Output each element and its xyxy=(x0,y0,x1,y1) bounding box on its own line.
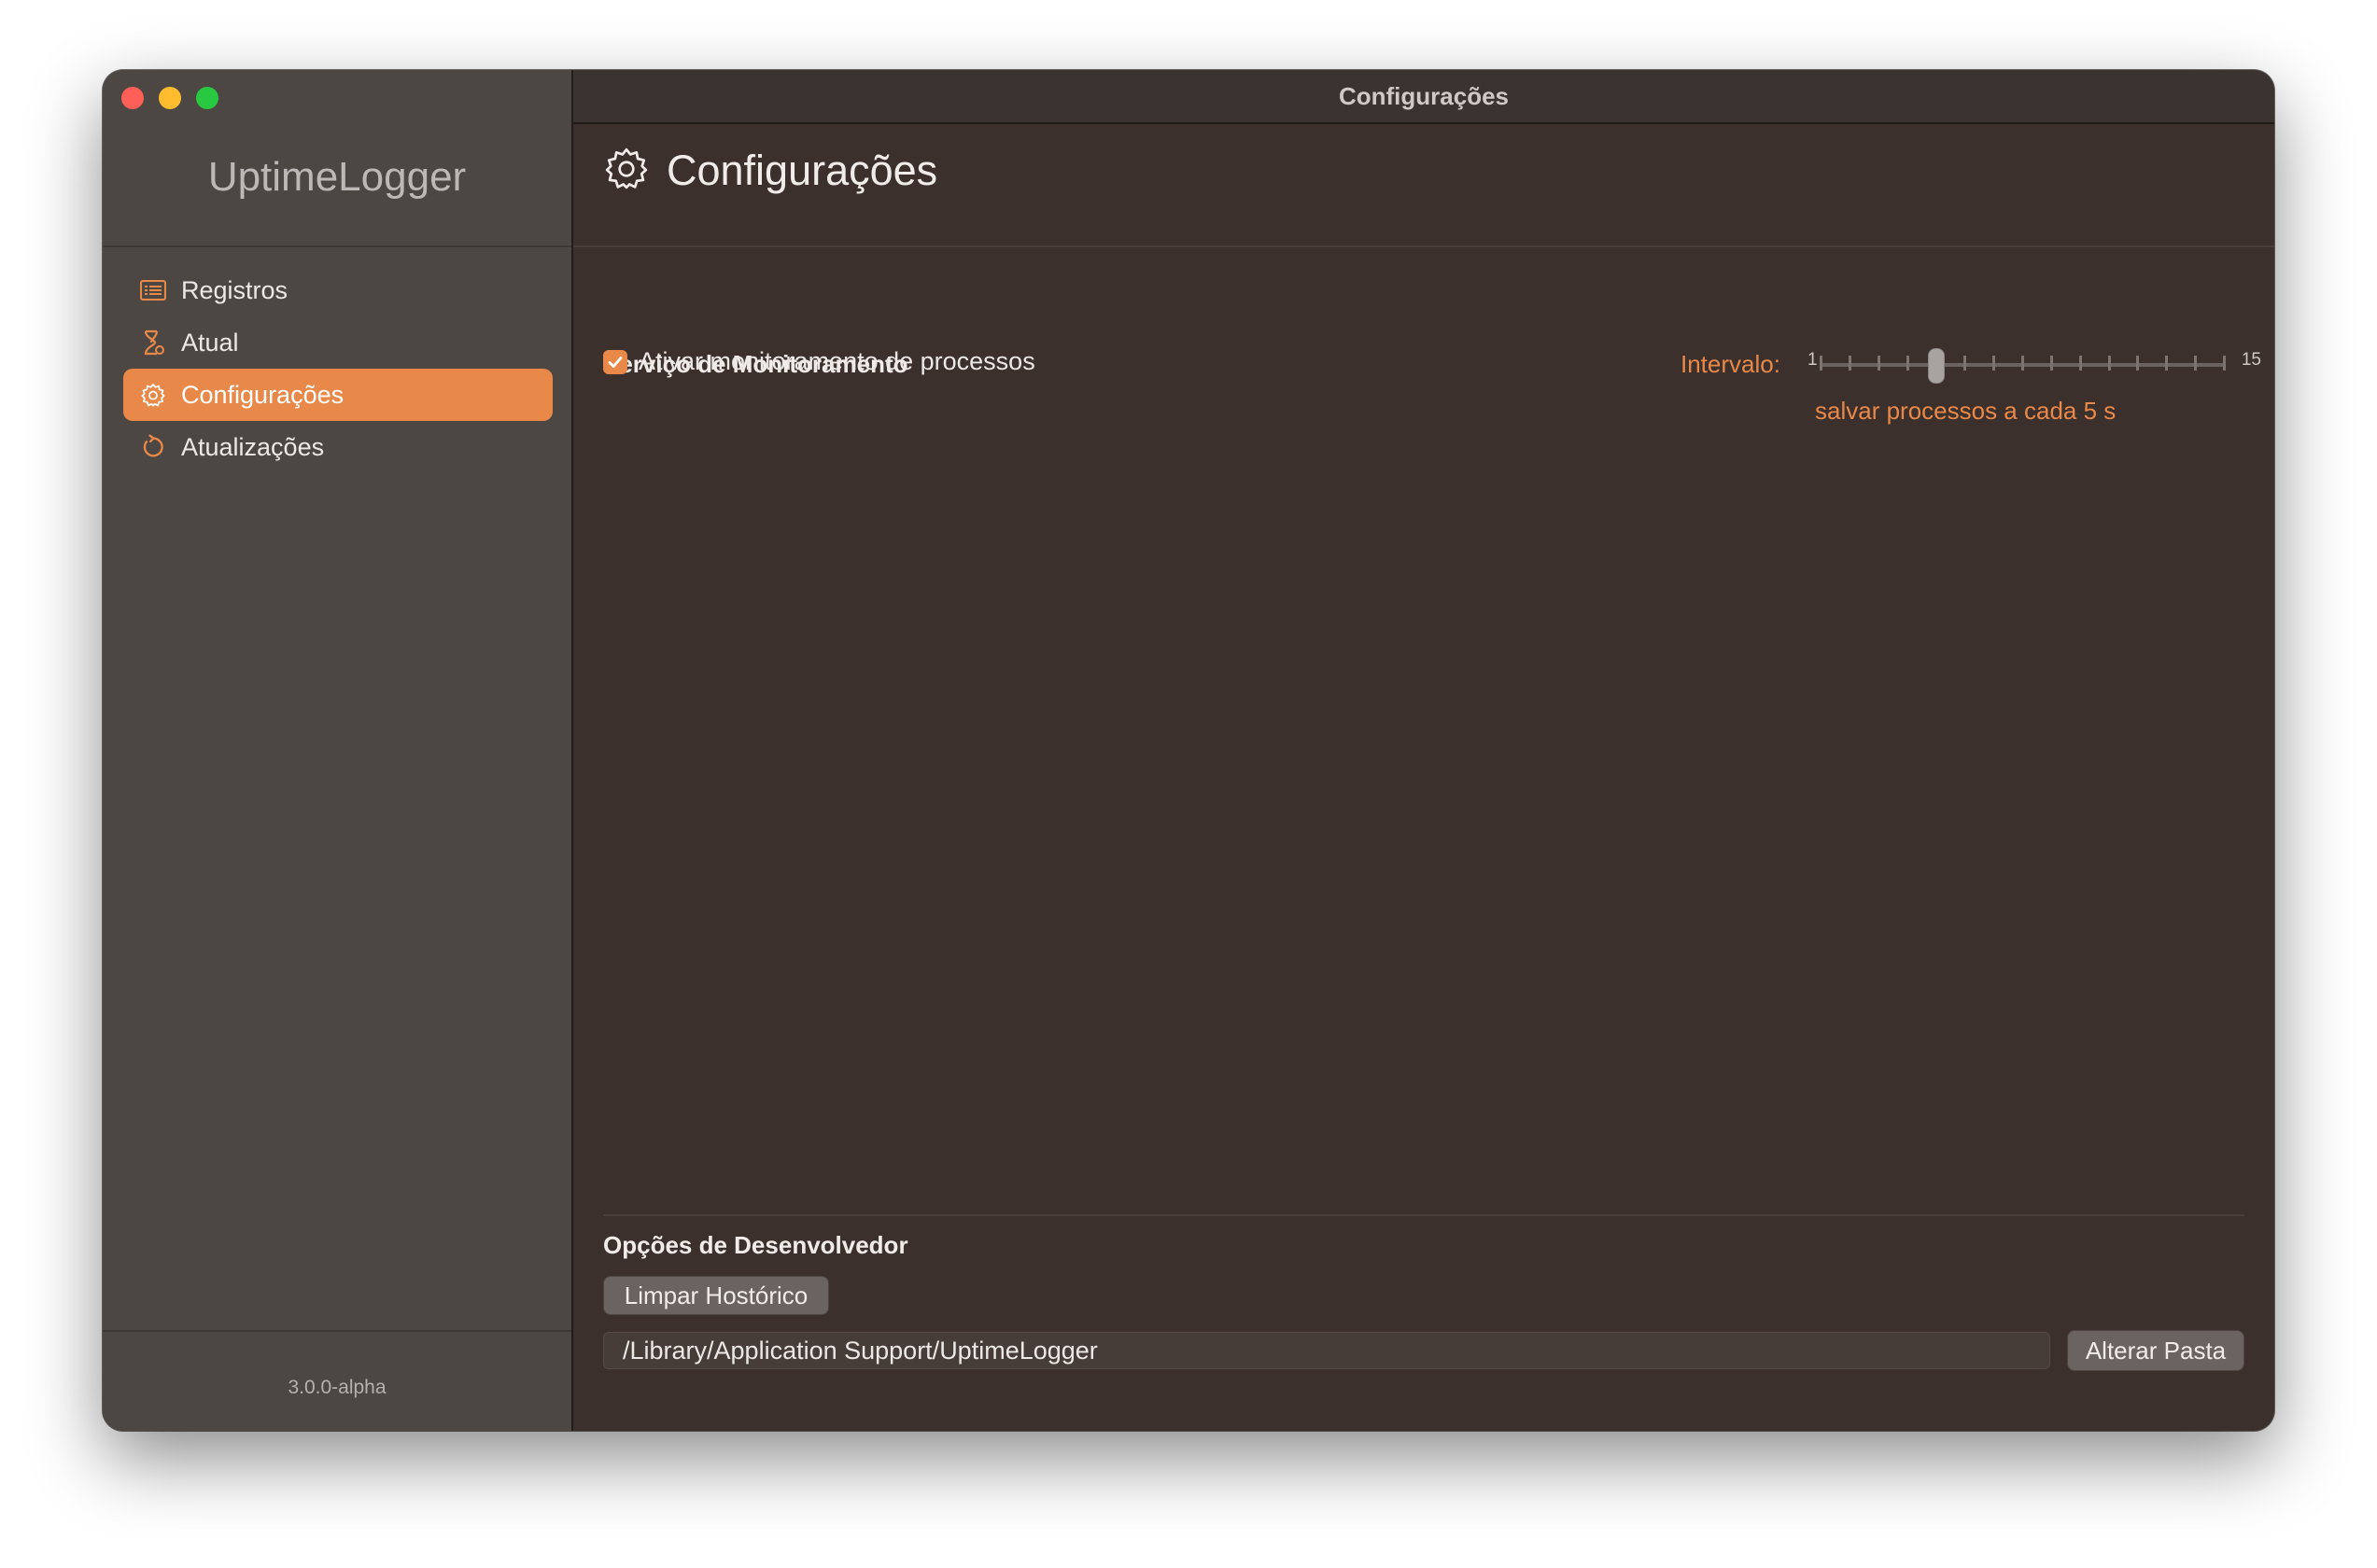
app-window: UptimeLogger Registros Atual Configuraçõ… xyxy=(103,70,2274,1431)
gear-icon xyxy=(603,145,650,196)
sidebar-item-label: Atual xyxy=(181,328,239,357)
slider-tick xyxy=(1848,356,1851,371)
main-content: Configurações Configurações Serviço de M… xyxy=(573,70,2274,1431)
sidebar-item-registros[interactable]: Registros xyxy=(123,264,553,316)
slider-tick xyxy=(2021,356,2024,371)
sidebar-item-label: Atualizações xyxy=(181,432,325,461)
sidebar: UptimeLogger Registros Atual Configuraçõ… xyxy=(103,70,573,1431)
monitoring-checkbox[interactable] xyxy=(603,349,627,374)
interval-slider[interactable]: 1 15 xyxy=(1804,333,2261,389)
sidebar-item-configuracoes[interactable]: Configurações xyxy=(123,369,553,421)
developer-section-title: Opções de Desenvolvedor xyxy=(603,1231,908,1259)
slider-tick xyxy=(2078,356,2082,371)
gear-icon xyxy=(138,380,168,410)
monitoring-toggle[interactable]: Ativar monitoramento de processos xyxy=(603,347,1035,376)
interval-label: Intervalo: xyxy=(1681,350,1780,378)
page-title: Configurações xyxy=(667,146,938,194)
sidebar-nav: Registros Atual Configurações Atualizaçõ… xyxy=(123,264,553,473)
slider-tick xyxy=(1963,356,1967,371)
window-controls xyxy=(121,87,218,109)
list-icon xyxy=(138,275,168,305)
hourglass-icon xyxy=(138,328,168,357)
sidebar-item-atualizacoes[interactable]: Atualizações xyxy=(123,421,553,473)
window-titlebar: Configurações xyxy=(573,70,2274,124)
sidebar-item-label: Configurações xyxy=(181,380,345,409)
developer-divider xyxy=(603,1214,2244,1216)
app-version: 3.0.0-alpha xyxy=(288,1377,387,1398)
monitoring-checkbox-label: Ativar monitoramento de processos xyxy=(639,347,1035,375)
slider-tick xyxy=(2107,356,2111,371)
sidebar-item-label: Registros xyxy=(181,275,288,304)
header-divider xyxy=(573,245,2274,247)
folder-path-field[interactable]: /Library/Application Support/UptimeLogge… xyxy=(603,1332,2050,1369)
clear-history-button[interactable]: Limpar Hostórico xyxy=(603,1276,829,1315)
slider-tick xyxy=(1877,356,1880,371)
minimize-window-button[interactable] xyxy=(159,87,181,109)
slider-tick xyxy=(2165,356,2169,371)
slider-thumb[interactable] xyxy=(1928,348,1946,384)
sidebar-divider xyxy=(103,245,571,247)
slider-tick xyxy=(1906,356,1909,371)
refresh-icon xyxy=(138,432,168,462)
sidebar-footer-divider xyxy=(103,1330,571,1332)
slider-tick xyxy=(2136,356,2140,371)
slider-min-label: 1 xyxy=(1807,350,1818,370)
sidebar-item-atual[interactable]: Atual xyxy=(123,316,553,369)
close-window-button[interactable] xyxy=(121,87,144,109)
zoom-window-button[interactable] xyxy=(196,87,218,109)
slider-max-label: 15 xyxy=(2241,350,2261,370)
interval-caption: salvar processos a cada 5 s xyxy=(1815,397,2117,425)
slider-tick xyxy=(1820,356,1822,371)
slider-tick xyxy=(2194,356,2198,371)
window-title: Configurações xyxy=(1338,81,1510,110)
app-name: UptimeLogger xyxy=(207,154,467,200)
slider-tick xyxy=(1992,356,1996,371)
change-folder-button[interactable]: Alterar Pasta xyxy=(2067,1330,2244,1371)
slider-tick xyxy=(2223,356,2226,371)
page-header: Configurações xyxy=(603,145,937,196)
slider-tick xyxy=(2049,356,2053,371)
